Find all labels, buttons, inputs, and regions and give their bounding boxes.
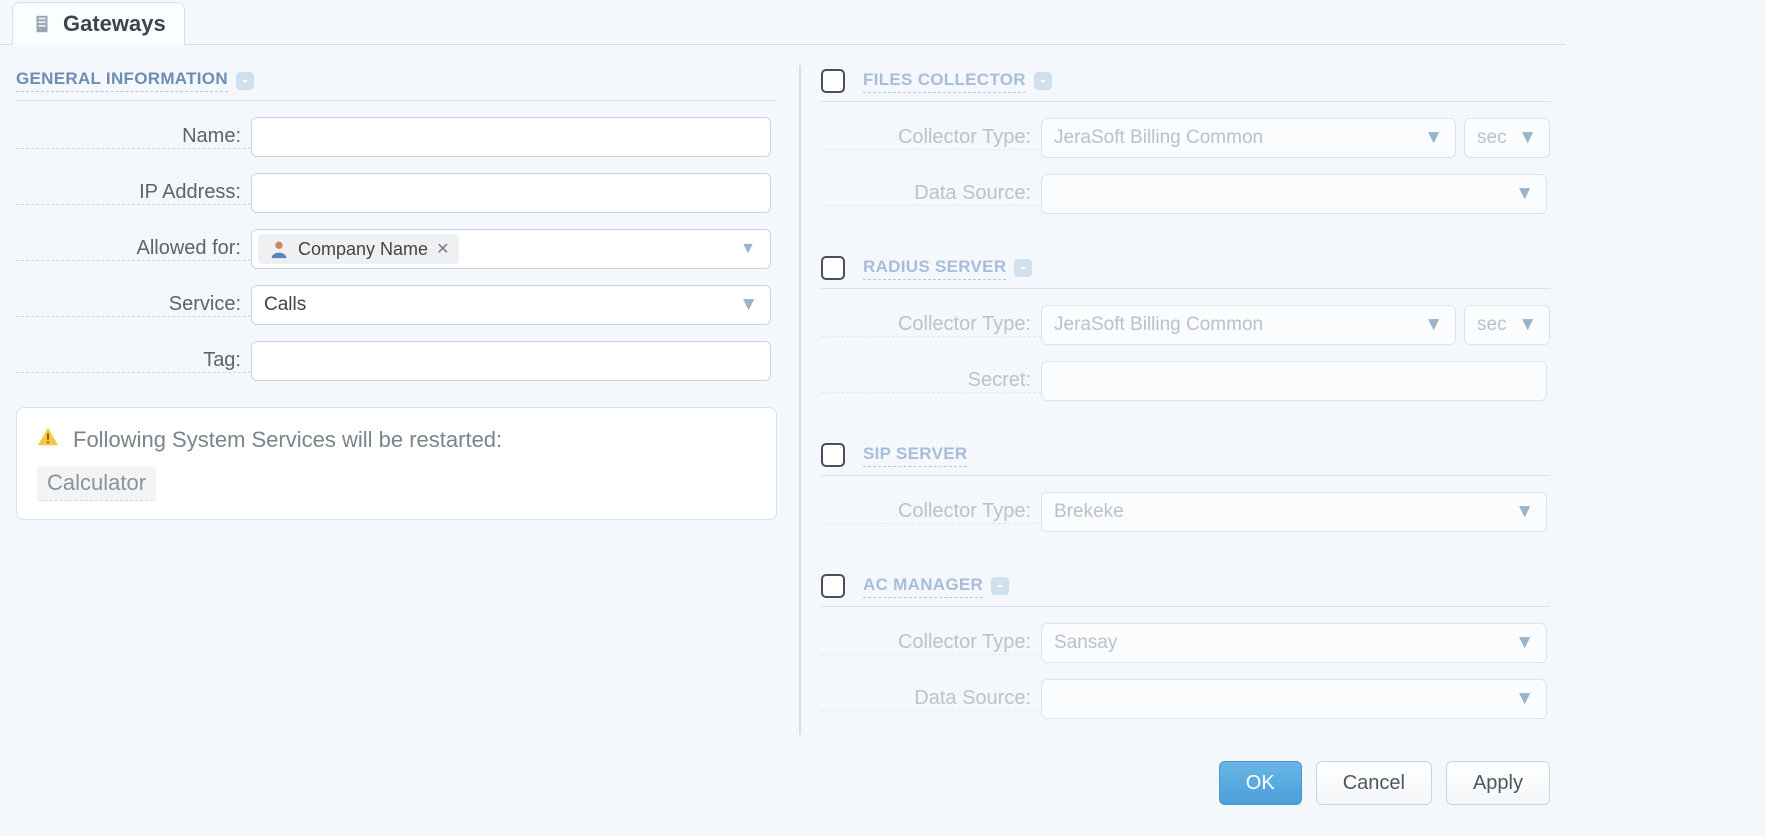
radius-secret-input[interactable] [1041, 361, 1547, 401]
sip-server-checkbox[interactable] [821, 443, 845, 467]
radius-unit-select[interactable]: sec ▼ [1464, 305, 1550, 345]
avatar-icon [268, 238, 290, 260]
divider [821, 101, 1550, 102]
label-service: Service: [16, 293, 251, 317]
allowed-for-select[interactable]: Company Name ✕ ▼ [251, 229, 771, 269]
chip-remove-icon[interactable]: ✕ [436, 239, 449, 259]
ac-collector-type-select[interactable]: Sansay ▼ [1041, 623, 1547, 663]
tag-input[interactable] [251, 341, 771, 381]
label-data-source: Data Source: [821, 687, 1041, 711]
ip-input[interactable] [251, 173, 771, 213]
chevron-down-icon: ▼ [1515, 632, 1534, 654]
collapse-icon[interactable] [236, 72, 254, 90]
cancel-button[interactable]: Cancel [1316, 761, 1432, 805]
chevron-down-icon: ▼ [1518, 127, 1537, 149]
sip-collector-type-select[interactable]: Brekeke ▼ [1041, 492, 1547, 532]
tab-gateways[interactable]: Gateways [12, 2, 185, 45]
select-value: Sansay [1054, 632, 1117, 654]
warning-panel: Following System Services will be restar… [16, 407, 777, 520]
divider [821, 288, 1550, 289]
select-value: JeraSoft Billing Common [1054, 314, 1263, 336]
chevron-down-icon: ▼ [739, 294, 758, 316]
chevron-down-icon: ▼ [1515, 688, 1534, 710]
warning-text: Following System Services will be restar… [73, 427, 502, 453]
chevron-down-icon: ▼ [1515, 183, 1534, 205]
divider [821, 606, 1550, 607]
section-radius-server: RADIUS SERVER [821, 256, 1550, 280]
radius-collector-type-select[interactable]: JeraSoft Billing Common ▼ [1041, 305, 1456, 345]
ac-data-source-select[interactable]: ▼ [1041, 679, 1547, 719]
tab-bar: Gateways [0, 0, 1566, 45]
chip-label: Company Name [298, 239, 428, 260]
warning-service-badge: Calculator [37, 466, 156, 501]
label-collector-type: Collector Type: [821, 500, 1041, 524]
section-title: GENERAL INFORMATION [16, 69, 228, 92]
footer: OK Cancel Apply [0, 745, 1566, 829]
label-ip: IP Address: [16, 181, 251, 205]
service-select[interactable]: Calls ▼ [251, 285, 771, 325]
name-input[interactable] [251, 117, 771, 157]
section-general-info: GENERAL INFORMATION [16, 69, 777, 92]
chevron-down-icon: ▼ [1424, 314, 1443, 336]
section-title: AC MANAGER [863, 575, 983, 598]
chevron-down-icon: ▼ [1518, 314, 1537, 336]
select-value: Brekeke [1054, 501, 1124, 523]
button-label: Cancel [1343, 772, 1405, 795]
chevron-down-icon: ▼ [740, 240, 764, 258]
label-tag: Tag: [16, 349, 251, 373]
section-ac-manager: AC MANAGER [821, 574, 1550, 598]
select-value: sec [1477, 127, 1507, 149]
service-value: Calls [264, 294, 306, 316]
label-allowed: Allowed for: [16, 237, 251, 261]
tab-title: Gateways [63, 11, 166, 37]
apply-button[interactable]: Apply [1446, 761, 1550, 805]
ok-button[interactable]: OK [1219, 761, 1302, 805]
button-label: Apply [1473, 772, 1523, 795]
section-title: FILES COLLECTOR [863, 70, 1026, 93]
chevron-down-icon: ▼ [1515, 501, 1534, 523]
label-collector-type: Collector Type: [821, 126, 1041, 150]
collapse-icon[interactable] [991, 577, 1009, 595]
section-files-collector: FILES COLLECTOR [821, 69, 1550, 93]
radius-server-checkbox[interactable] [821, 256, 845, 280]
label-collector-type: Collector Type: [821, 631, 1041, 655]
divider [821, 475, 1550, 476]
warning-icon [37, 426, 59, 454]
ac-manager-checkbox[interactable] [821, 574, 845, 598]
label-secret: Secret: [821, 369, 1041, 393]
files-data-source-select[interactable]: ▼ [1041, 174, 1547, 214]
chevron-down-icon: ▼ [1424, 127, 1443, 149]
button-label: OK [1246, 772, 1275, 795]
label-name: Name: [16, 125, 251, 149]
collapse-icon[interactable] [1014, 259, 1032, 277]
divider [16, 100, 777, 101]
files-collector-type-select[interactable]: JeraSoft Billing Common ▼ [1041, 118, 1456, 158]
collapse-icon[interactable] [1034, 72, 1052, 90]
select-value: sec [1477, 314, 1507, 336]
chip-company: Company Name ✕ [258, 234, 459, 264]
label-collector-type: Collector Type: [821, 313, 1041, 337]
gateway-icon [31, 13, 53, 35]
files-unit-select[interactable]: sec ▼ [1464, 118, 1550, 158]
select-value: JeraSoft Billing Common [1054, 127, 1263, 149]
files-collector-checkbox[interactable] [821, 69, 845, 93]
section-sip-server: SIP SERVER [821, 443, 1550, 467]
section-title: RADIUS SERVER [863, 257, 1006, 280]
section-title: SIP SERVER [863, 444, 967, 467]
label-data-source: Data Source: [821, 182, 1041, 206]
